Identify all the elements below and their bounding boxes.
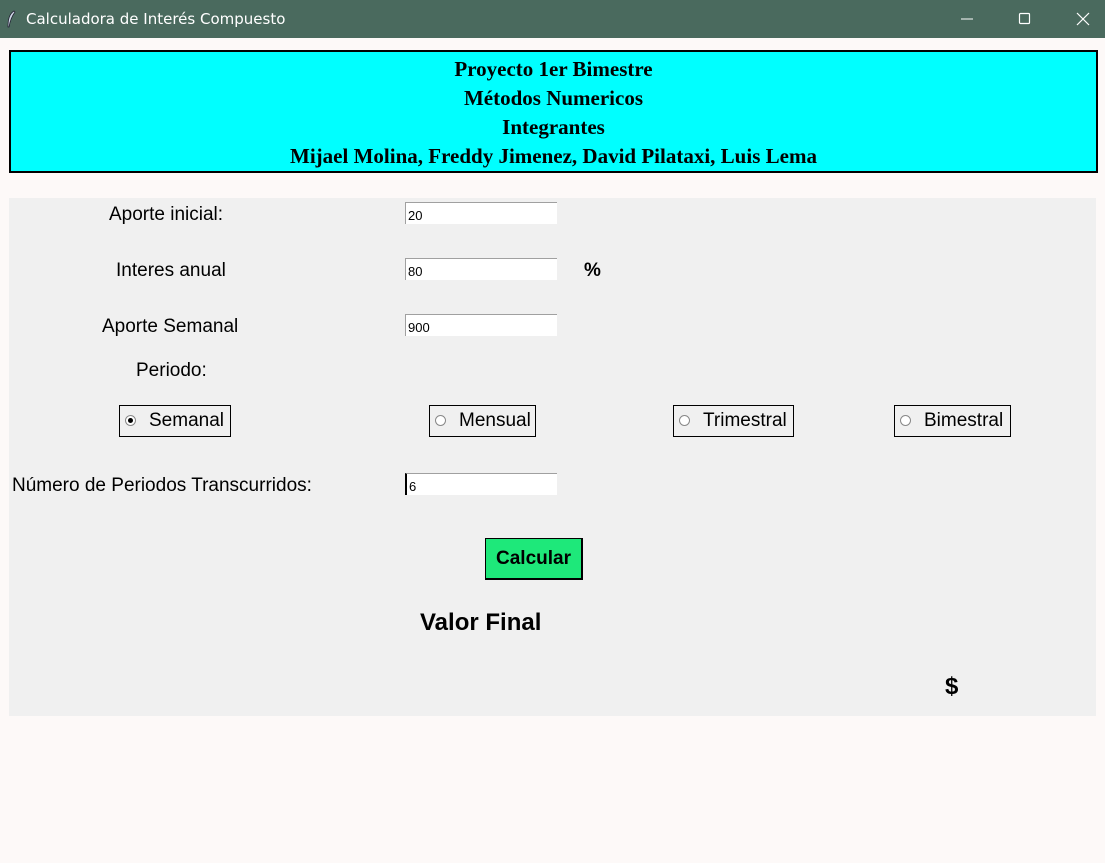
radio-semanal-label: Semanal xyxy=(149,410,224,431)
radio-bimestral-label: Bimestral xyxy=(924,410,1004,431)
aporte-inicial-label: Aporte inicial: xyxy=(109,204,224,225)
project-header: Proyecto 1er Bimestre Métodos Numericos … xyxy=(9,50,1098,173)
header-members-line: Mijael Molina, Freddy Jimenez, David Pil… xyxy=(290,144,817,168)
header-project-line: Proyecto 1er Bimestre xyxy=(454,57,653,81)
radio-bimestral[interactable]: Bimestral xyxy=(894,405,1011,437)
radio-mensual-label: Mensual xyxy=(459,410,531,431)
maximize-button[interactable] xyxy=(996,0,1054,38)
result-currency-symbol: $ xyxy=(945,673,959,700)
radio-semanal[interactable]: Semanal xyxy=(119,405,231,437)
close-icon xyxy=(1076,12,1090,26)
minimize-icon xyxy=(961,18,973,20)
calculator-panel: Aporte inicial: Interes anual % Aporte S… xyxy=(9,198,1096,716)
window-title: Calculadora de Interés Compuesto xyxy=(26,10,286,28)
minimize-button[interactable] xyxy=(938,0,996,38)
close-button[interactable] xyxy=(1054,0,1105,38)
radio-selected-icon xyxy=(125,415,136,426)
periodo-label: Periodo: xyxy=(136,360,207,381)
radio-unselected-icon xyxy=(435,415,446,426)
interes-anual-label: Interes anual xyxy=(116,260,226,281)
percent-symbol: % xyxy=(584,260,601,281)
radio-mensual[interactable]: Mensual xyxy=(429,405,536,437)
calcular-button[interactable]: Calcular xyxy=(485,538,583,580)
aporte-semanal-input[interactable] xyxy=(405,314,557,336)
interes-anual-input[interactable] xyxy=(405,258,557,280)
radio-trimestral-label: Trimestral xyxy=(703,410,787,431)
title-bar: Calculadora de Interés Compuesto xyxy=(0,0,1105,38)
maximize-icon xyxy=(1018,12,1031,25)
aporte-inicial-input[interactable] xyxy=(405,202,557,224)
header-members-title: Integrantes xyxy=(502,115,605,139)
radio-trimestral[interactable]: Trimestral xyxy=(673,405,794,437)
valor-final-label: Valor Final xyxy=(420,609,542,636)
aporte-semanal-label: Aporte Semanal xyxy=(102,316,239,337)
radio-unselected-icon xyxy=(900,415,911,426)
num-periodos-input[interactable] xyxy=(405,473,557,495)
header-course-line: Métodos Numericos xyxy=(463,86,644,110)
num-periodos-label: Número de Periodos Transcurridos: xyxy=(12,475,312,496)
radio-unselected-icon xyxy=(679,415,690,426)
feather-icon xyxy=(7,10,16,28)
